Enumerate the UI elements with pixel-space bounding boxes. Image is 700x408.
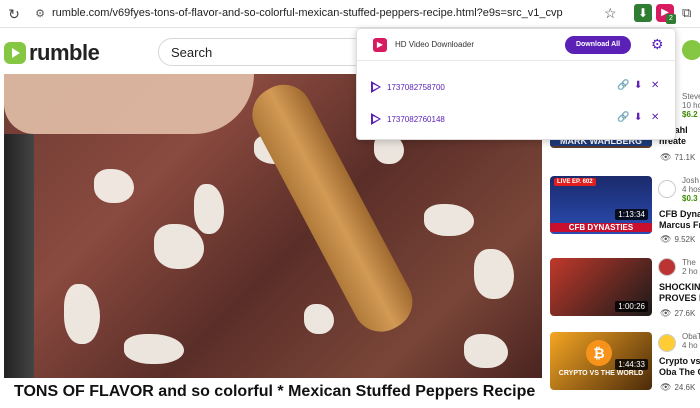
bookmark-star-icon[interactable]: ☆ xyxy=(604,5,617,22)
channel-avatar[interactable] xyxy=(658,258,676,276)
user-avatar[interactable] xyxy=(682,40,700,60)
recommendation-thumbnail[interactable]: 1:00:26 xyxy=(550,258,652,316)
download-extension-icon[interactable]: ⬇ xyxy=(634,4,652,22)
upload-time: 2 ho xyxy=(682,267,698,276)
view-count: 👁 24.6K xyxy=(660,382,695,393)
upload-time: 10 ho xyxy=(682,101,700,110)
recommendation-title[interactable]: CFB Dynas xyxy=(659,209,700,220)
view-count: 👁 71.1K xyxy=(660,152,695,163)
download-icon[interactable]: ⬇ xyxy=(634,112,642,123)
reload-icon[interactable]: ↻ xyxy=(6,6,22,22)
rant-price: $6.2 xyxy=(682,110,698,119)
rumble-logo-icon xyxy=(4,42,26,64)
duration-badge: 1:13:34 xyxy=(615,209,648,220)
search-input[interactable]: Search xyxy=(158,38,368,66)
extensions-puzzle-icon[interactable]: ⧉ xyxy=(682,5,691,21)
hand xyxy=(4,74,254,134)
address-bar[interactable]: rumble.com/v69fyes-tons-of-flavor-and-so… xyxy=(52,7,563,19)
thumbnail-caption: CRYPTO VS THE WORLD xyxy=(558,370,644,377)
duration-badge: 1:44:33 xyxy=(615,359,648,370)
download-icon[interactable]: ⬇ xyxy=(634,80,642,91)
onion-piece xyxy=(424,204,474,236)
view-count: 👁 9.52K xyxy=(660,234,695,245)
onion-piece xyxy=(124,334,184,364)
video-title: TONS OF FLAVOR and so colorful * Mexican… xyxy=(14,383,536,400)
onion-piece xyxy=(154,224,204,269)
view-count: 👁 27.6K xyxy=(660,308,695,319)
popup-title: HD Video Downloader xyxy=(395,40,475,49)
onion-piece xyxy=(64,284,100,344)
channel-name[interactable]: ObaT xyxy=(682,332,700,341)
channel-name[interactable]: Josh xyxy=(682,176,699,185)
download-item-name: 1737082758700 xyxy=(387,83,445,92)
onion-piece xyxy=(474,249,514,299)
channel-avatar[interactable] xyxy=(658,180,676,198)
download-item-name: 1737082760148 xyxy=(387,115,445,124)
recommendation-title-line2[interactable]: Oba The G xyxy=(659,367,700,378)
play-icon[interactable] xyxy=(371,81,381,93)
onion-piece xyxy=(464,334,508,368)
channel-name[interactable]: Steve xyxy=(682,92,700,101)
play-icon[interactable] xyxy=(371,113,381,125)
eye-icon: 👁 xyxy=(660,234,672,244)
link-icon[interactable]: 🔗 xyxy=(617,112,629,123)
views-value: 71.1K xyxy=(674,153,696,162)
eye-icon: 👁 xyxy=(660,382,672,392)
onion-piece xyxy=(194,184,224,234)
site-info-icon[interactable]: ⚙ xyxy=(32,6,48,22)
hd-downloader-logo-icon: ▶ xyxy=(373,38,387,52)
close-icon[interactable]: ✕ xyxy=(651,112,659,123)
thumbnail-caption: CFB DYNASTIES xyxy=(550,223,652,232)
link-icon[interactable]: 🔗 xyxy=(617,80,629,91)
extension-badge: 2 xyxy=(666,14,676,24)
downloader-popup: ▶ HD Video Downloader Download All ⚙ 173… xyxy=(356,28,677,140)
recommendation-thumbnail[interactable]: ₿ CRYPTO VS THE WORLD 1:44:33 xyxy=(550,332,652,390)
views-value: 9.52K xyxy=(674,235,696,244)
download-item: 1737082760148 🔗 ⬇ ✕ xyxy=(357,105,677,135)
bitcoin-icon: ₿ xyxy=(586,340,612,366)
browser-toolbar: ↻ ⚙ rumble.com/v69fyes-tons-of-flavor-an… xyxy=(0,0,700,28)
close-icon[interactable]: ✕ xyxy=(651,80,659,91)
live-badge: LIVE EP. 602 xyxy=(554,178,596,186)
views-value: 24.6K xyxy=(674,383,696,392)
rumble-logo[interactable]: rumble xyxy=(4,40,100,66)
duration-badge: 1:00:26 xyxy=(615,301,648,312)
recommendation-title-line2[interactable]: PROVES L xyxy=(659,293,700,304)
onion-piece xyxy=(304,304,334,334)
views-value: 27.6K xyxy=(674,309,696,318)
pan-edge xyxy=(4,134,34,378)
eye-icon: 👁 xyxy=(660,152,672,162)
recommendation-title[interactable]: SHOCKING xyxy=(659,282,700,293)
recommendation-thumbnail[interactable]: LIVE EP. 602 CFB DYNASTIES 1:13:34 xyxy=(550,176,652,234)
eye-icon: 👁 xyxy=(660,308,672,318)
onion-piece xyxy=(94,169,134,203)
download-all-button[interactable]: Download All xyxy=(565,36,631,54)
download-item: 1737082758700 🔗 ⬇ ✕ xyxy=(357,73,677,103)
channel-avatar[interactable] xyxy=(658,334,676,352)
popup-header: ▶ HD Video Downloader Download All ⚙ xyxy=(357,29,677,61)
upload-time: 4 hos xyxy=(682,185,700,194)
channel-name[interactable]: The xyxy=(682,258,696,267)
recommendation-title[interactable]: Crypto vs xyxy=(659,356,700,367)
logo-text: rumble xyxy=(29,40,100,65)
upload-time: 4 ho xyxy=(682,341,698,350)
rant-price: $0.3 xyxy=(682,194,698,203)
search-placeholder: Search xyxy=(171,45,213,60)
settings-gear-icon[interactable]: ⚙ xyxy=(651,36,664,53)
recommendation-title-line2[interactable]: Marcus Fr xyxy=(659,220,700,231)
